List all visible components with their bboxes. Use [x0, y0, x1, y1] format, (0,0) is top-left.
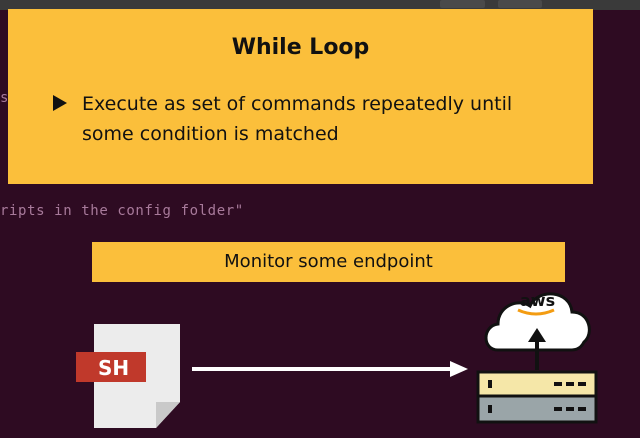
aws-text: aws	[520, 291, 555, 310]
bullet-arrow-icon	[53, 95, 67, 111]
top-tab[interactable]	[440, 0, 485, 8]
sh-label: SH	[98, 356, 129, 380]
slide-card: While Loop Execute as set of commands re…	[8, 9, 593, 184]
aws-server-icon: aws	[474, 284, 600, 426]
shell-file-icon: SH	[76, 322, 184, 432]
banner-label: Monitor some endpoint	[224, 251, 433, 272]
top-tab[interactable]	[498, 0, 542, 8]
terminal-text-line: ripts in the config folder"	[0, 203, 244, 219]
slide-title: While Loop	[231, 35, 370, 60]
monitor-banner: Monitor some endpoint	[92, 242, 565, 282]
slide-bullet: Execute as set of commands repeatedly un…	[82, 93, 513, 145]
terminal-left-fragment: s	[0, 90, 9, 106]
flow-arrow-icon	[192, 358, 472, 380]
